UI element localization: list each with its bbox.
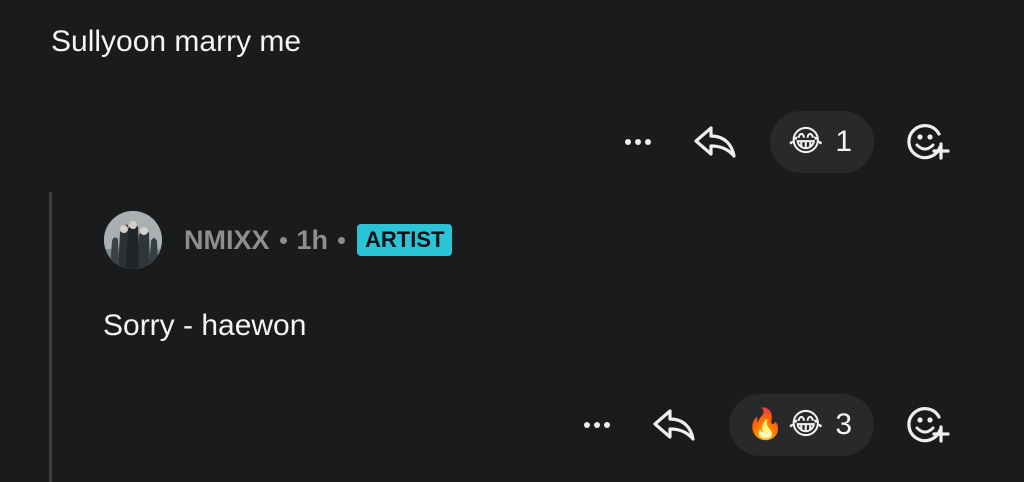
reaction-count: 1 (835, 125, 852, 158)
more-dot-icon (645, 139, 652, 145)
more-dot-icon (635, 139, 642, 145)
more-dot-icon (603, 422, 610, 428)
avatar[interactable] (104, 211, 162, 269)
comment-action-row: 😂 1 (618, 110, 954, 174)
reply-meta: NMIXX 1h ARTIST (184, 224, 453, 256)
more-dot-icon (583, 422, 590, 428)
more-dot-icon (625, 139, 632, 145)
separator-dot (279, 236, 287, 244)
reaction-pill[interactable]: 😂 1 (770, 111, 874, 173)
more-options-button[interactable] (577, 405, 617, 445)
timestamp: 1h (296, 224, 329, 255)
add-reaction-smiley-icon (907, 124, 950, 160)
reply-arrow-icon (653, 409, 695, 441)
reaction-count: 3 (835, 408, 852, 441)
more-dot-icon (593, 422, 600, 428)
reply-action-row: 🔥 😂 3 (577, 393, 954, 457)
fire-emoji: 🔥 (746, 408, 785, 441)
author-name[interactable]: NMIXX (184, 225, 270, 256)
laughing-tears-emoji: 😂 (788, 408, 824, 441)
add-reaction-smiley-icon (907, 407, 950, 443)
laughing-tears-emoji: 😂 (788, 125, 824, 158)
comment-text: Sullyoon marry me (51, 25, 302, 58)
more-options-button[interactable] (618, 122, 658, 162)
reply-button[interactable] (690, 118, 740, 166)
separator-dot (338, 236, 346, 244)
thread-line (49, 192, 52, 482)
avatar-image (104, 211, 162, 269)
artist-badge: ARTIST (357, 224, 453, 256)
reply-text: Sorry - haewon (103, 309, 307, 342)
reaction-pill[interactable]: 🔥 😂 3 (728, 394, 874, 456)
reply-arrow-icon (694, 126, 736, 158)
reply-button[interactable] (649, 401, 699, 449)
add-reaction-button[interactable] (902, 116, 954, 168)
add-reaction-button[interactable] (902, 399, 954, 451)
